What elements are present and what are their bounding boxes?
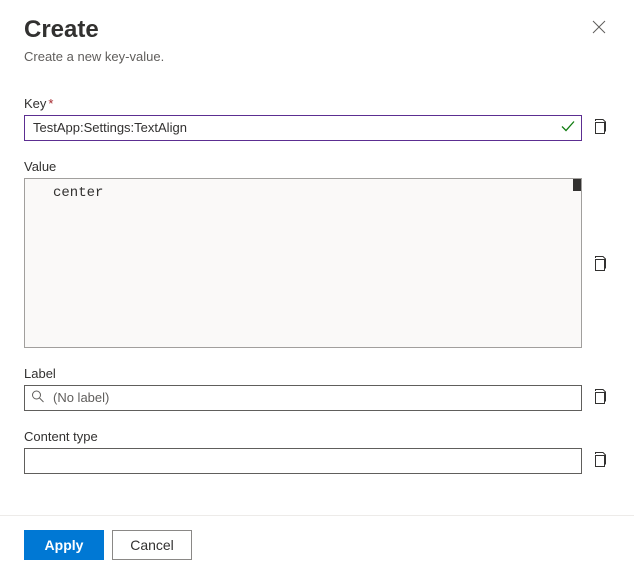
panel-subtitle: Create a new key-value. — [24, 49, 164, 64]
value-textarea[interactable]: center — [25, 179, 581, 347]
copy-key-button[interactable] — [588, 115, 610, 137]
label-input[interactable] — [24, 385, 582, 411]
close-icon — [592, 20, 606, 34]
cancel-button[interactable]: Cancel — [112, 530, 192, 560]
copy-icon — [591, 388, 607, 404]
label-label: Label — [24, 366, 610, 381]
copy-content-type-button[interactable] — [588, 448, 610, 470]
scrollbar[interactable] — [573, 179, 581, 191]
content-type-input[interactable] — [24, 448, 582, 474]
key-label-text: Key — [24, 96, 46, 111]
close-button[interactable] — [588, 16, 610, 42]
key-label: Key* — [24, 96, 610, 111]
copy-icon — [591, 451, 607, 467]
panel-title: Create — [24, 16, 164, 45]
content-type-label: Content type — [24, 429, 610, 444]
copy-label-button[interactable] — [588, 385, 610, 407]
footer: Apply Cancel — [0, 515, 634, 574]
copy-icon — [591, 118, 607, 134]
copy-value-button[interactable] — [588, 252, 610, 274]
apply-button[interactable]: Apply — [24, 530, 104, 560]
required-asterisk: * — [48, 96, 53, 111]
key-input[interactable] — [24, 115, 582, 141]
value-label: Value — [24, 159, 610, 174]
copy-icon — [591, 255, 607, 271]
